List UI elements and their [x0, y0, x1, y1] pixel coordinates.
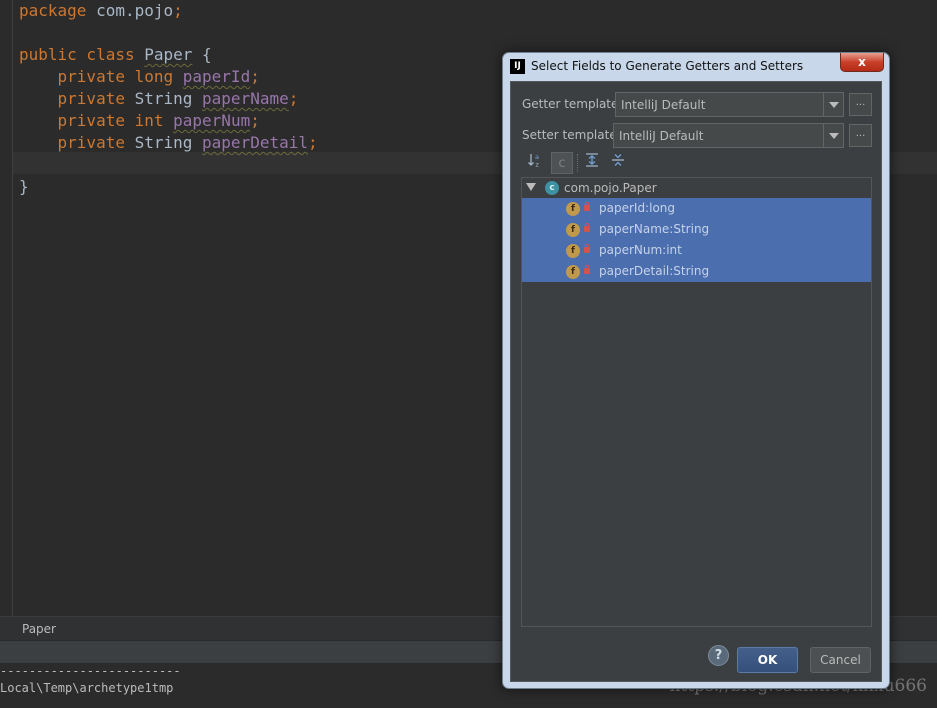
dialog-content: Getter template: IntelliJ Default ... Se…	[510, 81, 882, 682]
collapse-all-icon[interactable]	[607, 152, 629, 174]
close-button[interactable]: x	[840, 53, 884, 72]
lock-icon	[584, 223, 590, 232]
code-line[interactable]: private int paperNum;	[19, 110, 318, 132]
code-token: ;	[250, 67, 260, 86]
field-icon: f	[566, 265, 580, 279]
code-token: public class	[19, 45, 135, 64]
setter-template-value: IntelliJ Default	[619, 129, 704, 143]
field-label: paperName:String	[599, 222, 710, 236]
code-token: Paper	[144, 45, 193, 64]
code-line[interactable]: private String paperName;	[19, 88, 318, 110]
code-text[interactable]: package com.pojo; public class Paper { p…	[19, 0, 318, 198]
code-line[interactable]: private long paperId;	[19, 66, 318, 88]
tree-field-item[interactable]: f paperName:String	[522, 219, 871, 240]
console-line: -------------------------	[0, 664, 181, 678]
tree-field-item[interactable]: f paperDetail:String	[522, 261, 871, 282]
dialog-titlebar[interactable]: IJ Select Fields to Generate Getters and…	[503, 53, 889, 79]
help-icon[interactable]: ?	[708, 645, 729, 666]
code-line[interactable]	[19, 154, 318, 176]
code-token: private	[57, 133, 125, 152]
code-token: paperId	[182, 67, 251, 86]
expand-all-icon[interactable]	[581, 152, 603, 174]
setter-template-select[interactable]: IntelliJ Default	[613, 123, 844, 148]
code-token: paperNum	[173, 111, 251, 130]
console-line: Local\Temp\archetype1tmp	[0, 681, 174, 695]
code-token: ;	[288, 89, 299, 108]
code-token: com.pojo	[86, 1, 174, 20]
generate-getters-setters-dialog: IJ Select Fields to Generate Getters and…	[502, 52, 890, 689]
field-label: paperId:long	[599, 201, 676, 215]
gutter-divider	[12, 0, 13, 616]
code-line[interactable]	[19, 22, 318, 44]
code-token: ;	[173, 1, 183, 20]
svg-text:z: z	[536, 161, 540, 169]
code-token: private	[57, 89, 125, 108]
code-token: private long	[57, 67, 174, 86]
chevron-down-icon[interactable]	[823, 93, 843, 116]
breadcrumb-class[interactable]: Paper	[22, 622, 56, 636]
intellij-icon: IJ	[510, 59, 525, 74]
code-line[interactable]: public class Paper {	[19, 44, 318, 66]
code-token: paperName	[202, 89, 289, 108]
code-token: ;	[250, 111, 260, 130]
setter-template-edit-button[interactable]: ...	[849, 124, 872, 147]
toolbar-divider	[577, 154, 578, 172]
tree-root-label: com.pojo.Paper	[564, 181, 657, 195]
chevron-down-icon[interactable]	[823, 124, 843, 147]
code-token: paperDetail	[202, 133, 308, 152]
getter-template-select[interactable]: IntelliJ Default	[615, 92, 844, 117]
collapse-triangle-icon[interactable]	[526, 183, 536, 191]
show-classes-icon[interactable]: c	[551, 152, 573, 174]
field-label: paperNum:int	[599, 243, 682, 257]
lock-icon	[584, 265, 590, 274]
tree-field-item[interactable]: f paperId:long	[522, 198, 871, 219]
lock-icon	[584, 202, 590, 211]
ok-button[interactable]: OK	[737, 647, 798, 673]
class-icon: c	[545, 181, 559, 195]
sort-alpha-icon[interactable]: az	[524, 152, 546, 174]
code-token: String	[124, 89, 203, 108]
code-line[interactable]: private String paperDetail;	[19, 132, 318, 154]
code-token: String	[124, 133, 203, 152]
code-line[interactable]: package com.pojo;	[19, 0, 318, 22]
code-token: private int	[57, 111, 164, 130]
fields-tree[interactable]: c com.pojo.Paper f paperId:long f paperN…	[521, 177, 872, 627]
getter-template-edit-button[interactable]: ...	[849, 93, 872, 116]
field-label: paperDetail:String	[599, 264, 710, 278]
getter-template-label: Getter template:	[522, 97, 623, 111]
field-icon: f	[566, 202, 580, 216]
field-icon: f	[566, 244, 580, 258]
cancel-button[interactable]: Cancel	[810, 647, 871, 673]
tree-root-class[interactable]: c com.pojo.Paper	[522, 178, 871, 198]
tree-field-item[interactable]: f paperNum:int	[522, 240, 871, 261]
code-token: {	[192, 45, 212, 64]
dialog-title: Select Fields to Generate Getters and Se…	[531, 59, 804, 73]
lock-icon	[584, 244, 590, 253]
code-line[interactable]: }	[19, 176, 318, 198]
setter-template-label: Setter template:	[522, 128, 621, 142]
field-icon: f	[566, 223, 580, 237]
code-token: package	[19, 1, 87, 20]
code-token: }	[19, 177, 29, 196]
code-token: ;	[308, 133, 318, 152]
getter-template-value: IntelliJ Default	[621, 98, 706, 112]
